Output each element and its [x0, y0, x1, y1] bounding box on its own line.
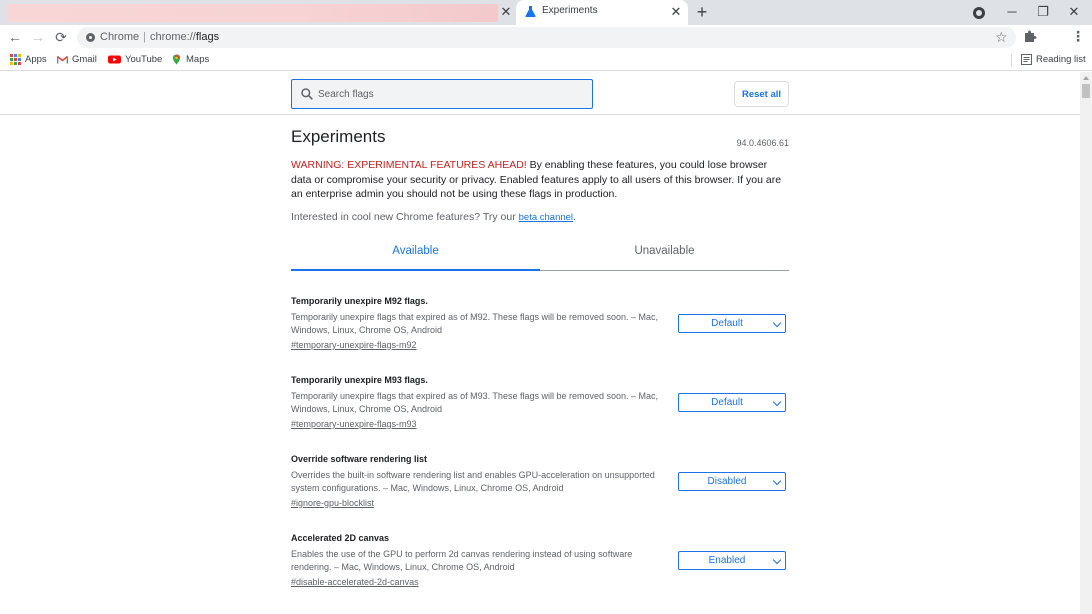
flag-name: Override software rendering list: [291, 454, 428, 464]
flags-tabs: Available Unavailable: [291, 241, 789, 271]
warning-text: WARNING: EXPERIMENTAL FEATURES AHEAD! By…: [291, 158, 789, 202]
flag-item: Override software rendering list Overrid…: [291, 454, 789, 524]
close-window-button[interactable]: ✕: [1059, 2, 1089, 22]
gmail-icon: [57, 55, 68, 64]
reload-button[interactable]: ⟳: [52, 28, 70, 46]
new-tab-button[interactable]: +: [693, 2, 711, 22]
scrollbar[interactable]: [1080, 72, 1092, 614]
url-text[interactable]: Chrome | chrome://flags: [100, 31, 219, 43]
reset-all-button[interactable]: Reset all: [734, 81, 789, 107]
heading-row: Experiments 94.0.4606.61: [291, 127, 789, 151]
bookmarks-bar: Apps Gmail YouTube Maps Reading list: [0, 50, 1092, 71]
flag-item: Temporarily unexpire M92 flags. Temporar…: [291, 296, 789, 366]
flag-select-value: Disabled: [707, 476, 747, 487]
flags-page: Reset all Experiments 94.0.4606.61 WARNI…: [0, 72, 1092, 614]
flag-select-value: Default: [711, 318, 743, 329]
tab-close-icon[interactable]: ✕: [668, 4, 684, 20]
version-label: 94.0.4606.61: [736, 138, 789, 148]
beta-promo: Interested in cool new Chrome features? …: [291, 211, 576, 223]
flag-select-value: Default: [711, 397, 743, 408]
scroll-thumb[interactable]: [1082, 84, 1090, 98]
flag-name: Accelerated 2D canvas: [291, 533, 390, 543]
flag-permalink[interactable]: #temporary-unexpire-flags-m92: [291, 340, 417, 350]
flag-select-value: Enabled: [708, 555, 746, 566]
warning-prefix: WARNING: EXPERIMENTAL FEATURES AHEAD!: [291, 159, 527, 171]
site-info-icon[interactable]: [86, 33, 95, 42]
bookmarks-divider: [1011, 54, 1012, 67]
restore-button[interactable]: ❐: [1028, 2, 1058, 22]
tab-strip: ✕ Experiments ✕ + ─ ❐ ✕: [0, 0, 1092, 25]
flag-permalink[interactable]: #disable-accelerated-2d-canvas: [291, 577, 419, 587]
back-button[interactable]: ←: [6, 28, 24, 46]
active-tab-indicator: [291, 269, 540, 271]
search-input[interactable]: [318, 84, 588, 104]
flag-permalink[interactable]: #temporary-unexpire-flags-m93: [291, 419, 417, 429]
menu-kebab-icon[interactable]: ⋮: [1071, 29, 1085, 43]
tab-unavailable[interactable]: Unavailable: [540, 245, 789, 257]
tab-available[interactable]: Available: [291, 245, 540, 257]
toolbar: ← → ⟳ Chrome | chrome://flags: [0, 25, 1092, 50]
reading-list-button[interactable]: Reading list: [1021, 54, 1086, 65]
search-icon: [301, 88, 313, 100]
page-title: Experiments: [291, 127, 386, 146]
scroll-up-arrow-icon[interactable]: [1083, 76, 1089, 80]
flag-description: Enables the use of the GPU to perform 2d…: [291, 549, 633, 572]
flag-permalink[interactable]: #ignore-gpu-blocklist: [291, 498, 374, 508]
bookmark-maps[interactable]: Maps: [171, 54, 209, 65]
extensions-puzzle-icon[interactable]: [1023, 29, 1037, 43]
flag-select[interactable]: Default: [678, 314, 786, 333]
flag-description: Overrides the built-in software renderin…: [291, 470, 655, 493]
flag-select[interactable]: Enabled: [678, 551, 786, 570]
search-box[interactable]: [291, 79, 593, 109]
profile-icon[interactable]: [973, 7, 985, 19]
bookmark-youtube[interactable]: YouTube: [108, 54, 162, 65]
flag-description: Temporarily unexpire flags that expired …: [291, 391, 659, 414]
flag-description: Temporarily unexpire flags that expired …: [291, 312, 659, 335]
bookmark-gmail[interactable]: Gmail: [57, 54, 97, 65]
tab-experiments[interactable]: Experiments ✕: [516, 0, 688, 25]
flags-header: Reset all: [0, 72, 1080, 115]
reading-list-icon: [1021, 54, 1032, 65]
beta-channel-link[interactable]: beta channel: [519, 212, 573, 223]
flag-item: Accelerated 2D canvas Enables the use of…: [291, 533, 789, 603]
youtube-icon: [108, 55, 121, 64]
minimize-button[interactable]: ─: [997, 2, 1027, 22]
apps-grid-icon: [10, 54, 21, 65]
flag-select[interactable]: Disabled: [678, 472, 786, 491]
tab-title: Experiments: [542, 5, 598, 16]
tab-close-icon[interactable]: ✕: [498, 4, 514, 20]
flag-name: Temporarily unexpire M93 flags.: [291, 375, 428, 385]
address-bar[interactable]: Chrome | chrome://flags: [77, 27, 1016, 48]
flag-name: Temporarily unexpire M92 flags.: [291, 296, 428, 306]
bookmark-star-icon[interactable]: ☆: [995, 29, 1008, 46]
flag-item: Temporarily unexpire M93 flags. Temporar…: [291, 375, 789, 445]
forward-button[interactable]: →: [29, 28, 47, 46]
flask-icon: [525, 6, 536, 17]
flag-select[interactable]: Default: [678, 393, 786, 412]
bookmark-apps[interactable]: Apps: [10, 54, 47, 65]
maps-icon: [173, 54, 180, 65]
tab-redacted[interactable]: [8, 4, 498, 22]
